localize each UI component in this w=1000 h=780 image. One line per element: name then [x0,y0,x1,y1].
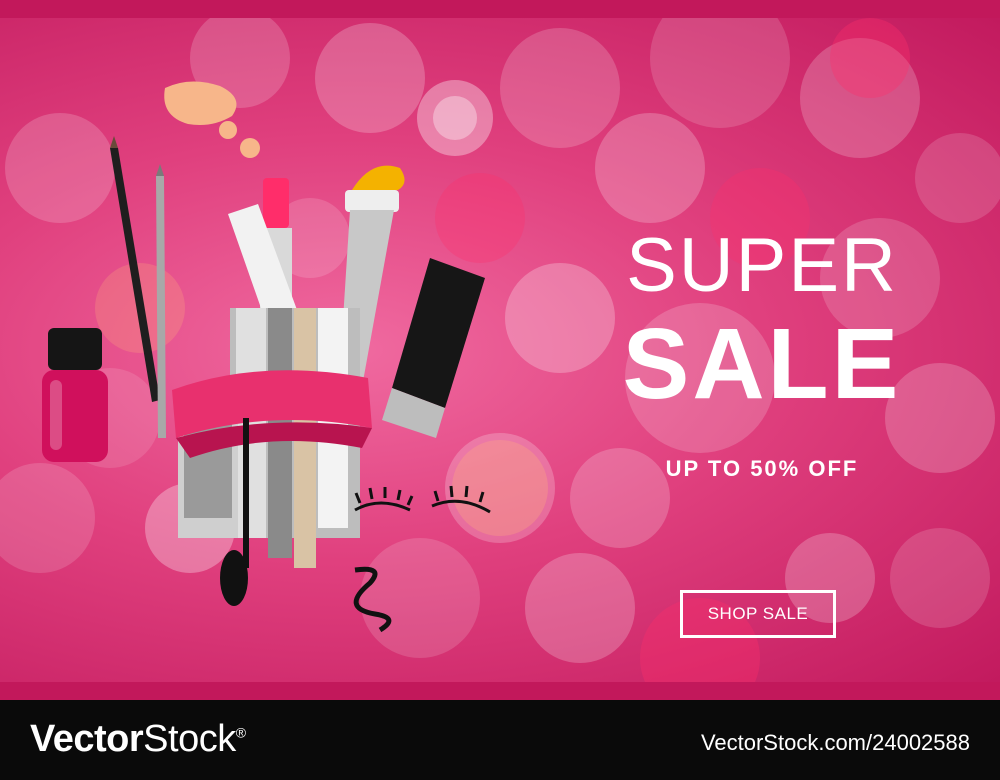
ad-banner: SUPER SALE UP TO 50% OFF SHOP SALE Vecto… [0,0,1000,780]
cosmetics-illustration [42,80,493,633]
shop-sale-button[interactable]: SHOP SALE [680,590,836,638]
brand-mark: ® [235,724,246,741]
bottom-strip [0,682,1000,700]
headline-super: SUPER [626,223,898,308]
eyelash-icon [353,485,491,633]
sale-banner: SUPER SALE UP TO 50% OFF SHOP SALE [0,18,1000,682]
watermark-footer: VectorStock® VectorStock.com/24002588 [0,700,1000,780]
top-strip [0,0,1000,18]
brand-regular: Stock [143,718,236,760]
brand-bold: Vector [30,718,144,760]
image-id: VectorStock.com/24002588 [700,730,970,755]
brand-logo: VectorStock® [30,718,246,761]
nail-polish-icon [42,328,108,462]
tube-icon [382,258,485,438]
discount-text: UP TO 50% OFF [665,456,859,481]
headline-sale: SALE [622,308,902,420]
pencil-icon [110,136,166,438]
makeup-bundle [172,204,372,568]
makeup-swatch-icon [164,80,493,158]
